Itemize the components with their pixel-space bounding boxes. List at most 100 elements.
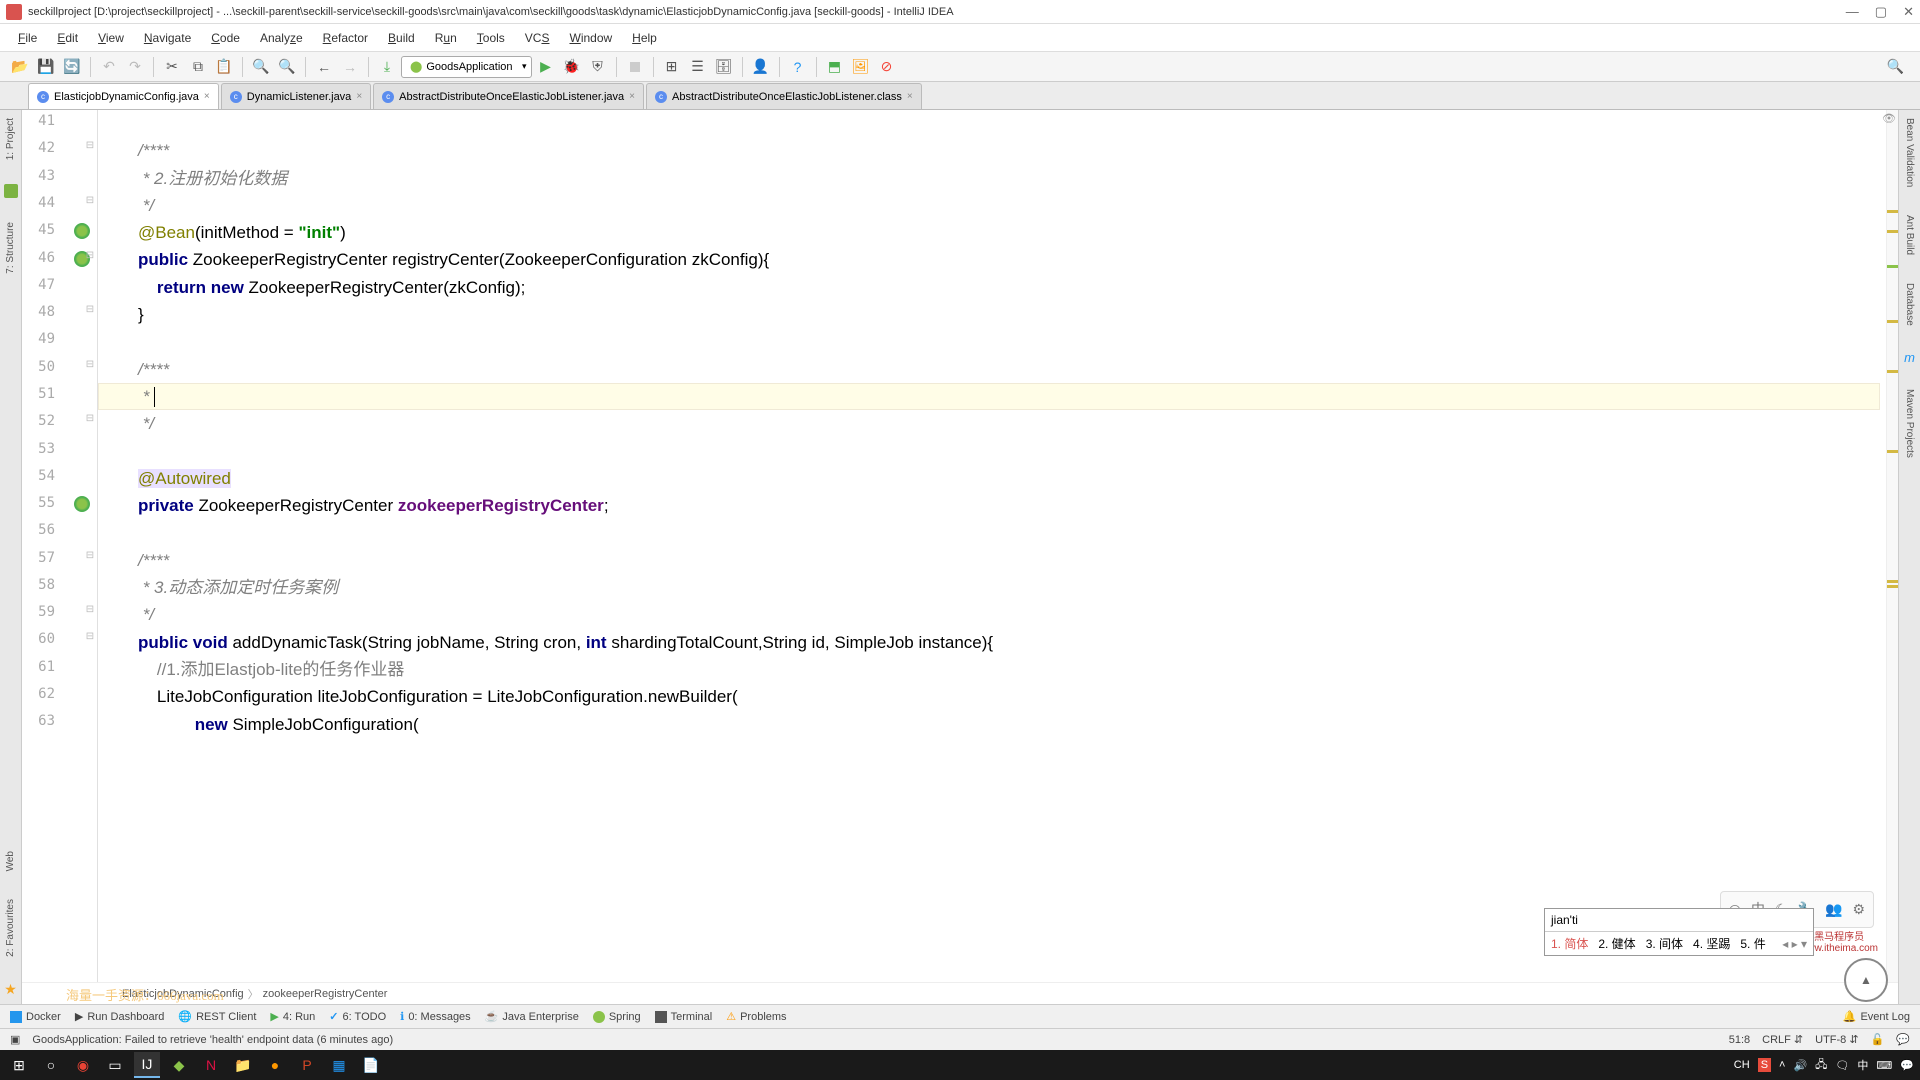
forward-icon[interactable]: → (338, 55, 362, 79)
tray-s[interactable]: S (1758, 1058, 1771, 1072)
fold-icon[interactable]: ⊟ (85, 140, 95, 151)
menu-window[interactable]: Window (561, 27, 620, 49)
tray-network-icon[interactable]: 🖧 (1815, 1056, 1827, 1075)
tab-close-icon[interactable]: × (356, 91, 362, 102)
tab-abstract-listener-java[interactable]: c AbstractDistributeOnceElasticJobListen… (373, 83, 644, 109)
fold-icon[interactable]: ⊟ (85, 550, 95, 561)
run-config-selector[interactable]: ⬤ GoodsApplication (401, 56, 532, 78)
error-stripe[interactable]: 👁 (1886, 110, 1898, 982)
menu-analyze[interactable]: Analyze (252, 27, 311, 49)
start-button[interactable]: ⊞ (6, 1052, 32, 1078)
ime-candidate-5[interactable]: 5. 件 (1740, 935, 1765, 952)
fold-icon[interactable]: ⊟ (85, 250, 95, 261)
close-button[interactable]: ✕ (1903, 4, 1914, 20)
warning-mark[interactable] (1887, 210, 1898, 213)
undo-icon[interactable]: ↶ (97, 55, 121, 79)
tray-ime-icon[interactable]: 中 (1857, 1057, 1868, 1073)
tray-up-icon[interactable]: ˄ (1779, 1059, 1785, 1071)
ime-candidate-3[interactable]: 3. 间体 (1646, 935, 1683, 952)
help-icon[interactable]: ? (786, 55, 810, 79)
powerpoint-icon[interactable]: P (294, 1052, 320, 1078)
warning-mark[interactable] (1887, 585, 1898, 588)
minimize-button[interactable]: — (1846, 4, 1859, 20)
rail-web[interactable]: Web (5, 847, 16, 875)
tool-run[interactable]: ▶4: Run (270, 1010, 315, 1023)
build-icon[interactable]: ⤓ (375, 55, 399, 79)
tool-messages[interactable]: ℹ0: Messages (400, 1010, 471, 1023)
gear-icon[interactable]: ⚙ (1852, 896, 1865, 923)
app-icon[interactable]: ▦ (326, 1052, 352, 1078)
tool-docker[interactable]: Docker (10, 1011, 61, 1023)
warning-mark[interactable] (1887, 230, 1898, 233)
ime-candidate-4[interactable]: 4. 坚踢 (1693, 935, 1730, 952)
back-icon[interactable]: ← (312, 55, 336, 79)
tab-close-icon[interactable]: × (629, 91, 635, 102)
file-encoding[interactable]: UTF-8 ⇵ (1815, 1033, 1858, 1046)
tool-java-enterprise[interactable]: ☕Java Enterprise (485, 1010, 579, 1023)
inspection-eye-icon[interactable]: 👁 (1882, 112, 1896, 125)
tab-close-icon[interactable]: × (907, 91, 913, 102)
tool-run-dashboard[interactable]: ▶Run Dashboard (75, 1010, 165, 1023)
tray-ch[interactable]: CH (1734, 1059, 1750, 1071)
intellij-icon[interactable]: IJ (134, 1052, 160, 1078)
explorer-icon[interactable]: 📁 (230, 1052, 256, 1078)
users-icon[interactable]: 👥 (1825, 896, 1842, 923)
ime-candidate-2[interactable]: 2. 健体 (1598, 935, 1635, 952)
menu-file[interactable]: FFileile (10, 27, 45, 49)
redo-icon[interactable]: ↷ (123, 55, 147, 79)
rail-favourites[interactable]: 2: Favourites (5, 895, 16, 961)
ime-candidate-1[interactable]: 1. 简体 (1551, 935, 1588, 952)
image-icon[interactable]: 🖼 (849, 55, 873, 79)
tab-close-icon[interactable]: × (204, 91, 210, 102)
tab-dynamic-listener[interactable]: c DynamicListener.java × (221, 83, 371, 109)
warning-mark[interactable] (1887, 320, 1898, 323)
breadcrumb-class[interactable]: ElasticjobDynamicConfig (122, 988, 244, 1000)
menu-edit[interactable]: Edit (49, 27, 86, 49)
save-icon[interactable]: 💾 (34, 55, 58, 79)
copy-icon[interactable]: ⧉ (186, 55, 210, 79)
fold-icon[interactable]: ⊟ (85, 604, 95, 615)
notifications-icon[interactable]: 💬 (1896, 1033, 1910, 1046)
rail-icon[interactable] (4, 184, 18, 198)
ime-nav[interactable]: ◂ ▸ ▾ (1782, 937, 1807, 951)
menu-refactor[interactable]: Refactor (315, 27, 376, 49)
tool-rest-client[interactable]: 🌐REST Client (178, 1010, 256, 1023)
tab-abstract-listener-class[interactable]: c AbstractDistributeOnceElasticJobListen… (646, 83, 922, 109)
rail-project[interactable]: 1: Project (5, 114, 16, 164)
profile-icon[interactable]: ⊞ (660, 55, 684, 79)
menu-build[interactable]: Build (380, 27, 423, 49)
change-mark[interactable] (1887, 265, 1898, 268)
cortana-icon[interactable]: ○ (38, 1052, 64, 1078)
debug-icon[interactable]: 🐞 (560, 55, 584, 79)
sync-icon[interactable]: 🔄 (60, 55, 84, 79)
menu-code[interactable]: Code (203, 27, 248, 49)
tab-elasticjob-dynamic-config[interactable]: c ElasticjobDynamicConfig.java × (28, 83, 219, 109)
notepad-icon[interactable]: 📄 (358, 1052, 384, 1078)
breadcrumb-member[interactable]: zookeeperRegistryCenter (263, 988, 388, 1000)
stop-icon[interactable] (623, 55, 647, 79)
rail-structure[interactable]: 7: Structure (5, 218, 16, 278)
menu-navigate[interactable]: Navigate (136, 27, 199, 49)
menu-tools[interactable]: Tools (469, 27, 513, 49)
search-everywhere-icon[interactable]: 🔍 (1887, 58, 1904, 75)
tool-terminal[interactable]: Terminal (655, 1011, 713, 1023)
status-window-icon[interactable]: ▣ (10, 1033, 20, 1046)
fold-icon[interactable]: ⊟ (85, 304, 95, 315)
menu-run[interactable]: Run (427, 27, 465, 49)
menu-view[interactable]: View (90, 27, 132, 49)
replace-icon[interactable]: 🔍 (275, 55, 299, 79)
warning-mark[interactable] (1887, 450, 1898, 453)
maximize-button[interactable]: ▢ (1875, 4, 1887, 20)
tray-battery-icon[interactable]: 🗨 (1835, 1059, 1849, 1072)
open-icon[interactable]: 📂 (8, 55, 32, 79)
code-area[interactable]: /**** * 2.注册初始化数据 */ @Bean(initMethod = … (98, 110, 1886, 982)
cut-icon[interactable]: ✂ (160, 55, 184, 79)
fold-icon[interactable]: ⊟ (85, 195, 95, 206)
menu-vcs[interactable]: VCS (517, 27, 558, 49)
chrome-icon[interactable]: ◉ (70, 1052, 96, 1078)
app-icon[interactable]: ● (262, 1052, 288, 1078)
rail-ant-build[interactable]: Ant Build (1904, 211, 1915, 259)
app-icon[interactable]: ◆ (166, 1052, 192, 1078)
run-icon[interactable]: ▶ (534, 55, 558, 79)
coverage-icon[interactable]: ⛨ (586, 55, 610, 79)
